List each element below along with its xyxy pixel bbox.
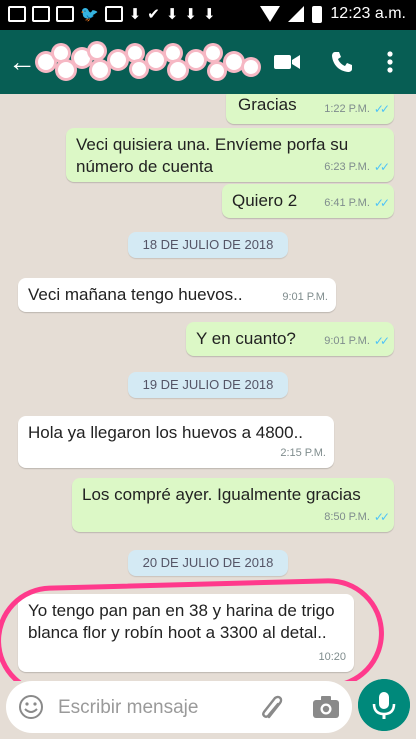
- wifi-icon: [260, 6, 281, 22]
- check-icon: ✔: [147, 6, 160, 23]
- message-time: 8:50 P.M.: [324, 511, 370, 523]
- status-bar: 🐦 ⬇ ✔ ⬇ ⬇ ⬇ 12:23 a.m.: [0, 0, 416, 30]
- date-separator: 20 DE JULIO DE 2018: [128, 550, 288, 576]
- message-list[interactable]: Gracias 1:22 P.M. ✓✓ Veci quisiera una. E…: [0, 94, 416, 681]
- read-receipt-icon: ✓✓: [373, 334, 390, 348]
- download-icon-4: ⬇: [203, 6, 216, 23]
- message-time: 9:01 P.M.: [324, 335, 370, 347]
- camera-icon[interactable]: [312, 695, 340, 719]
- message-time: 1:22 P.M.: [324, 103, 370, 115]
- date-separator: 19 DE JULIO DE 2018: [128, 372, 288, 398]
- microphone-icon[interactable]: [358, 679, 410, 731]
- battery-icon: [312, 5, 323, 23]
- message-bubble[interactable]: Veci mañana tengo huevos.. 9:01 P.M.: [18, 278, 336, 312]
- message-text: Veci mañana tengo huevos..: [28, 285, 243, 304]
- message-text: Los compré ayer. Igualmente gracias: [82, 485, 361, 504]
- signal-icon: [288, 6, 305, 22]
- arrow-left-icon[interactable]: ←: [6, 44, 38, 80]
- phone-icon[interactable]: [330, 50, 354, 74]
- message-bubble[interactable]: Y en cuanto? 9:01 P.M. ✓✓: [186, 322, 394, 356]
- read-receipt-icon: ✓✓: [373, 510, 390, 524]
- chat-header: ←: [0, 30, 416, 94]
- message-icon: [8, 6, 26, 22]
- twitter-icon: 🐦: [80, 6, 99, 23]
- message-text: Hola ya llegaron los huevos a 4800..: [28, 423, 304, 442]
- video-call-icon[interactable]: [274, 52, 300, 72]
- download-icon-2: ⬇: [165, 6, 179, 23]
- attach-icon[interactable]: [260, 693, 286, 721]
- notification-icon: [104, 6, 123, 22]
- message-text: Veci quisiera una. Envíeme porfa su núme…: [76, 135, 349, 176]
- clock: 12:23 a.m.: [330, 5, 406, 22]
- message-bubble[interactable]: Los compré ayer. Igualmente gracias 8:50…: [72, 478, 394, 532]
- pink-highlight-annotation: [0, 576, 386, 681]
- read-receipt-icon: ✓✓: [373, 160, 390, 174]
- message-text: Quiero 2: [232, 191, 298, 210]
- message-time: 9:01 P.M.: [282, 291, 328, 303]
- mail-icon: [32, 6, 50, 22]
- message-text: Y en cuanto?: [196, 329, 296, 348]
- contact-name-redacted[interactable]: [36, 42, 262, 82]
- message-bubble[interactable]: Gracias 1:22 P.M. ✓✓: [226, 94, 394, 124]
- message-text: Gracias: [238, 95, 297, 114]
- download-icon: ⬇: [128, 6, 142, 23]
- message-bubble[interactable]: Veci quisiera una. Envíeme porfa su núme…: [66, 128, 394, 182]
- message-time: 6:23 P.M.: [324, 161, 370, 173]
- message-time: 2:15 P.M.: [280, 447, 326, 459]
- image-icon: [56, 6, 74, 22]
- message-bubble[interactable]: Quiero 2 6:41 P.M. ✓✓: [222, 184, 394, 218]
- read-receipt-icon: ✓✓: [373, 196, 390, 210]
- message-time: 6:41 P.M.: [324, 197, 370, 209]
- more-options-icon[interactable]: [380, 48, 400, 76]
- date-separator: 18 DE JULIO DE 2018: [128, 232, 288, 258]
- notification-icons: 🐦 ⬇ ✔ ⬇ ⬇ ⬇: [8, 6, 216, 24]
- read-receipt-icon: ✓✓: [373, 102, 390, 116]
- message-input[interactable]: [56, 681, 240, 735]
- emoji-icon[interactable]: [18, 694, 44, 720]
- download-icon-3: ⬇: [184, 6, 197, 23]
- message-composer: [6, 681, 352, 735]
- message-bubble[interactable]: Hola ya llegaron los huevos a 4800.. 2:1…: [18, 416, 334, 468]
